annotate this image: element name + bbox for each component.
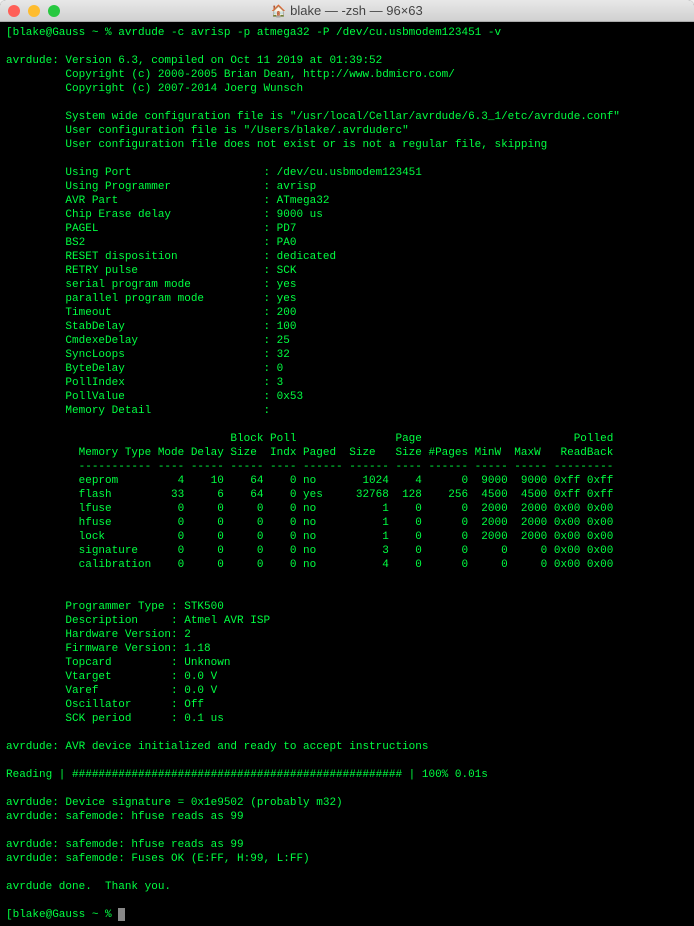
output-line: avrdude: safemode: hfuse reads as 99 (6, 839, 244, 851)
traffic-lights (8, 5, 60, 17)
table-header: Block Poll Page Polled (6, 433, 613, 445)
zoom-icon[interactable] (48, 5, 60, 17)
output-line: System wide configuration file is "/usr/… (6, 111, 620, 123)
output-line: Copyright (c) 2000-2005 Brian Dean, http… (6, 69, 455, 81)
settings-block: Using Port : /dev/cu.usbmodem123451 Usin… (6, 167, 422, 417)
output-line: avrdude: safemode: Fuses OK (E:FF, H:99,… (6, 853, 310, 865)
output-line: avrdude: AVR device initialized and read… (6, 741, 428, 753)
shell-prompt: [blake@Gauss ~ % (6, 909, 118, 921)
table-sep: ----------- ---- ----- ----- ---- ------… (6, 461, 613, 473)
window-title-text: blake — -zsh — 96×63 (290, 3, 423, 18)
command-text: avrdude -c avrisp -p atmega32 -P /dev/cu… (118, 27, 501, 39)
progress-line: Reading | ##############################… (6, 769, 488, 781)
terminal-window: 🏠 blake — -zsh — 96×63 [blake@Gauss ~ % a… (0, 0, 694, 926)
cursor (118, 908, 125, 921)
close-icon[interactable] (8, 5, 20, 17)
window-title: 🏠 blake — -zsh — 96×63 (0, 3, 694, 18)
output-line: User configuration file does not exist o… (6, 139, 547, 151)
programmer-block: Programmer Type : STK500 Description : A… (6, 601, 270, 725)
output-line: avrdude done. Thank you. (6, 881, 171, 893)
output-line: Copyright (c) 2007-2014 Joerg Wunsch (6, 83, 303, 95)
output-line: avrdude: safemode: hfuse reads as 99 (6, 811, 244, 823)
terminal-content[interactable]: [blake@Gauss ~ % avrdude -c avrisp -p at… (0, 22, 694, 926)
output-line: avrdude: Version 6.3, compiled on Oct 11… (6, 55, 382, 67)
home-icon: 🏠 (271, 4, 286, 18)
minimize-icon[interactable] (28, 5, 40, 17)
shell-prompt: [blake@Gauss ~ % (6, 27, 118, 39)
titlebar[interactable]: 🏠 blake — -zsh — 96×63 (0, 0, 694, 22)
output-line: avrdude: Device signature = 0x1e9502 (pr… (6, 797, 343, 809)
output-line: User configuration file is "/Users/blake… (6, 125, 409, 137)
memory-table: eeprom 4 10 64 0 no 1024 4 0 9000 9000 0… (6, 475, 613, 571)
table-header: Memory Type Mode Delay Size Indx Paged S… (6, 447, 613, 459)
